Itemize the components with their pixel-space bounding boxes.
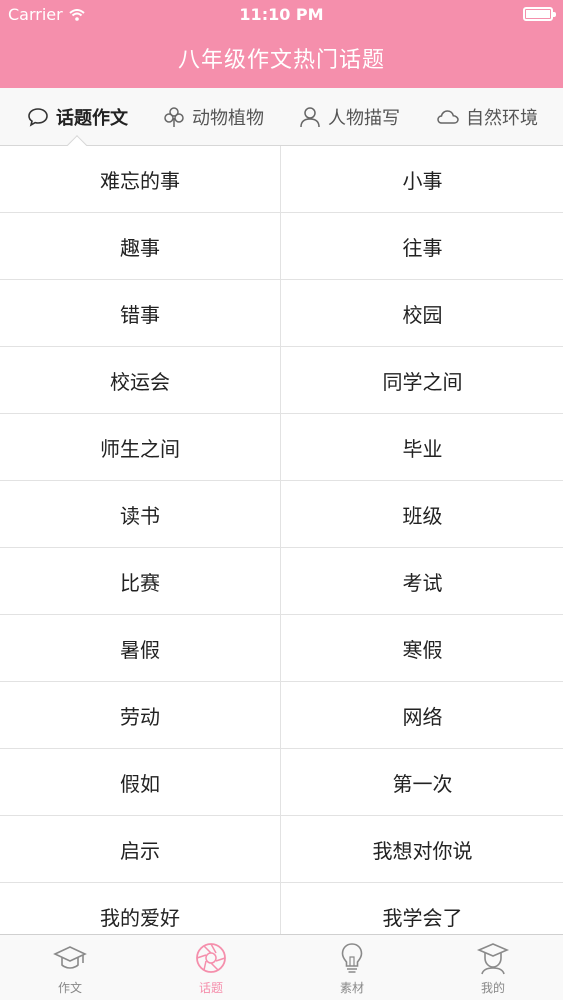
category-tabs: 话题作文 动物植物 人物描写 自然环境 [0, 88, 563, 155]
topic-cell[interactable]: 毕业 [282, 414, 563, 481]
tab-label: 自然环境 [466, 107, 538, 129]
topic-cell[interactable]: 班级 [282, 481, 563, 548]
tab-nature-environment[interactable]: 自然环境 [436, 88, 538, 145]
table-row: 读书 班级 [0, 481, 563, 548]
topic-cell[interactable]: 师生之间 [0, 414, 281, 481]
tab-label: 人物描写 [328, 107, 400, 129]
topic-grid: 难忘的事 小事 趣事 往事 错事 校园 校运会 同学之间 师生之间 毕业 读书 … [0, 146, 563, 934]
tabbar-item-topics[interactable]: 话题 [181, 941, 241, 996]
table-row: 暑假 寒假 [0, 615, 563, 682]
aperture-icon [196, 943, 226, 973]
topic-cell[interactable]: 假如 [0, 749, 281, 816]
topic-cell[interactable]: 错事 [0, 280, 281, 347]
tabbar-label: 话题 [198, 981, 223, 995]
topic-cell[interactable]: 校运会 [0, 347, 281, 414]
tabbar-label: 素材 [339, 981, 364, 995]
tab-animals-plants[interactable]: 动物植物 [162, 88, 264, 145]
person-icon [300, 106, 320, 127]
topic-cell[interactable]: 我学会了 [282, 883, 563, 934]
topic-cell[interactable]: 劳动 [0, 682, 281, 749]
topic-cell[interactable]: 小事 [282, 146, 563, 213]
topic-cell[interactable]: 难忘的事 [0, 146, 281, 213]
table-row: 我的爱好 我学会了 [0, 883, 563, 934]
table-row: 劳动 网络 [0, 682, 563, 749]
tab-character-description[interactable]: 人物描写 [298, 88, 400, 145]
topic-cell[interactable]: 我想对你说 [282, 816, 563, 883]
battery-icon [523, 7, 556, 21]
table-row: 错事 校园 [0, 280, 563, 347]
bottom-tab-bar: 作文 话题 素材 我的 [0, 934, 563, 1000]
topic-cell[interactable]: 趣事 [0, 213, 281, 280]
table-row: 启示 我想对你说 [0, 816, 563, 883]
nav-header: Carrier 11:10 PM 八年级作文热门话题 [0, 0, 563, 88]
topic-cell[interactable]: 暑假 [0, 615, 281, 682]
table-row: 趣事 往事 [0, 213, 563, 280]
table-row: 师生之间 毕业 [0, 414, 563, 481]
topic-cell[interactable]: 网络 [282, 682, 563, 749]
topic-cell[interactable]: 往事 [282, 213, 563, 280]
status-bar: Carrier 11:10 PM [0, 0, 563, 30]
topic-cell[interactable]: 比赛 [0, 548, 281, 615]
tabbar-item-essay[interactable]: 作文 [40, 941, 100, 996]
lightbulb-icon [341, 943, 363, 973]
topic-cell[interactable]: 启示 [0, 816, 281, 883]
tabbar-item-materials[interactable]: 素材 [322, 941, 382, 996]
tabbar-item-mine[interactable]: 我的 [463, 941, 523, 996]
tabbar-label: 作文 [57, 981, 82, 995]
table-row: 校运会 同学之间 [0, 347, 563, 414]
clover-icon [164, 106, 184, 127]
tab-label: 动物植物 [192, 107, 264, 129]
topic-cell[interactable]: 考试 [282, 548, 563, 615]
cloud-icon [437, 109, 459, 124]
topic-cell[interactable]: 读书 [0, 481, 281, 548]
table-row: 难忘的事 小事 [0, 146, 563, 213]
table-row: 比赛 考试 [0, 548, 563, 615]
topic-cell[interactable]: 校园 [282, 280, 563, 347]
student-avatar-icon [476, 943, 510, 975]
topic-cell[interactable]: 同学之间 [282, 347, 563, 414]
table-row: 假如 第一次 [0, 749, 563, 816]
page-title: 八年级作文热门话题 [177, 48, 385, 73]
tab-label: 话题作文 [56, 107, 128, 129]
tabbar-label: 我的 [480, 981, 505, 995]
topic-cell[interactable]: 寒假 [282, 615, 563, 682]
speech-bubble-icon [28, 107, 48, 127]
status-time: 11:10 PM [239, 5, 324, 24]
topic-cell[interactable]: 第一次 [282, 749, 563, 816]
graduation-cap-icon [53, 946, 87, 969]
topic-cell[interactable]: 我的爱好 [0, 883, 281, 934]
